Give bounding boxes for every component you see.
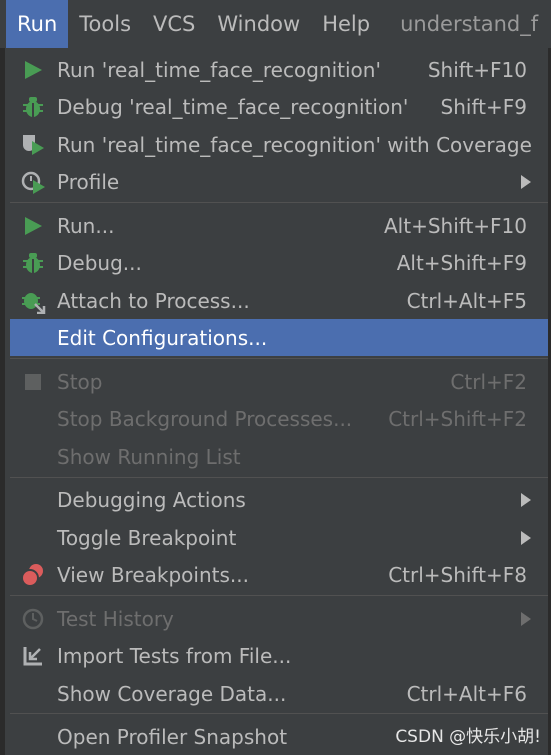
menu-item-shortcut: Ctrl+Shift+F8	[388, 562, 527, 587]
watermark: CSDN @快乐小胡!	[395, 727, 541, 747]
debug-icon	[19, 249, 47, 277]
menu-tools[interactable]: Tools	[68, 0, 142, 48]
menu-vcs[interactable]: VCS	[142, 0, 206, 48]
menu-item-label: Show Running List	[57, 444, 241, 469]
menu-item-edit-configurations[interactable]: Edit Configurations...	[10, 319, 548, 356]
menu-separator	[10, 477, 548, 478]
menu-item-label: View Breakpoints...	[57, 562, 249, 587]
menu-window[interactable]: Window	[206, 0, 311, 48]
menu-item-run-config[interactable]: Run 'real_time_face_recognition' Shift+F…	[10, 51, 548, 88]
menu-item-shortcut: Alt+Shift+F10	[383, 213, 527, 238]
menu-item-label: Profile	[57, 169, 120, 194]
menu-item-profile[interactable]: Profile	[10, 163, 548, 200]
menu-item-label: Run 'real_time_face_recognition'	[57, 57, 381, 82]
menu-item-stop[interactable]: Stop Ctrl+F2	[10, 363, 548, 400]
menu-item-label: Open Profiler Snapshot	[57, 724, 288, 749]
menu-item-label: Test History	[57, 606, 174, 631]
menu-item-label: Run 'real_time_face_recognition' with Co…	[57, 132, 532, 157]
menu-item-label: Debugging Actions	[57, 487, 246, 512]
profile-icon	[19, 168, 47, 196]
coverage-icon	[19, 131, 47, 159]
menu-item-show-coverage-data[interactable]: Show Coverage Data... Ctrl+Alt+F6	[10, 675, 548, 712]
menu-item-shortcut: Shift+F10	[427, 57, 527, 82]
breakpoints-icon	[19, 561, 47, 589]
menu-item-debug-dialog[interactable]: Debug... Alt+Shift+F9	[10, 244, 548, 281]
submenu-arrow-icon	[521, 531, 531, 545]
menu-item-view-breakpoints[interactable]: View Breakpoints... Ctrl+Shift+F8	[10, 556, 548, 593]
run-dropdown-menu: Run 'real_time_face_recognition' Shift+F…	[0, 48, 551, 755]
menu-item-test-history[interactable]: Test History	[10, 600, 548, 637]
menu-item-show-running-list[interactable]: Show Running List	[10, 438, 548, 475]
menu-item-shortcut: Ctrl+Alt+F6	[406, 681, 527, 706]
history-icon	[19, 605, 47, 633]
menu-item-label: Debug...	[57, 250, 142, 275]
stop-icon	[19, 368, 47, 396]
menu-item-run-with-coverage[interactable]: Run 'real_time_face_recognition' with Co…	[10, 126, 548, 163]
menu-item-shortcut: Ctrl+Alt+F5	[406, 288, 527, 313]
attach-process-icon	[19, 287, 47, 315]
menu-item-shortcut: Alt+Shift+F9	[396, 250, 527, 275]
menu-item-run-dialog[interactable]: Run... Alt+Shift+F10	[10, 207, 548, 244]
menu-item-shortcut: Ctrl+Shift+F2	[388, 406, 527, 431]
menu-item-label: Show Coverage Data...	[57, 681, 287, 706]
menu-separator	[10, 595, 548, 596]
menu-item-attach-to-process[interactable]: Attach to Process... Ctrl+Alt+F5	[10, 282, 548, 319]
debug-icon	[19, 93, 47, 121]
menu-item-label: Attach to Process...	[57, 288, 250, 313]
menu-item-label: Edit Configurations...	[57, 325, 268, 350]
menu-item-label: Stop Background Processes...	[57, 406, 353, 431]
run-icon	[19, 212, 47, 240]
run-icon	[19, 56, 47, 84]
menu-item-label: Import Tests from File...	[57, 643, 292, 668]
menu-item-import-tests[interactable]: Import Tests from File...	[10, 637, 548, 674]
menu-separator	[10, 358, 548, 359]
import-icon	[19, 642, 47, 670]
menu-item-debugging-actions[interactable]: Debugging Actions	[10, 481, 548, 518]
window-title: understand_f	[400, 12, 539, 36]
menu-separator	[10, 202, 548, 203]
menu-item-toggle-breakpoint[interactable]: Toggle Breakpoint	[10, 519, 548, 556]
menu-item-shortcut: Ctrl+F2	[450, 369, 527, 394]
menu-separator	[10, 713, 548, 714]
menu-item-label: Run...	[57, 213, 115, 238]
submenu-arrow-icon	[521, 493, 531, 507]
submenu-arrow-icon	[521, 175, 531, 189]
menu-run[interactable]: Run	[6, 0, 69, 48]
menu-item-label: Stop	[57, 369, 103, 394]
menu-item-label: Toggle Breakpoint	[57, 525, 237, 550]
menu-help[interactable]: Help	[311, 0, 381, 48]
menu-item-debug-config[interactable]: Debug 'real_time_face_recognition' Shift…	[10, 88, 548, 125]
menu-item-label: Debug 'real_time_face_recognition'	[57, 94, 409, 119]
menu-bar: Run Tools VCS Window Help understand_f	[0, 0, 551, 48]
submenu-arrow-icon	[521, 612, 531, 626]
menu-item-shortcut: Shift+F9	[440, 94, 527, 119]
menu-item-stop-background-processes[interactable]: Stop Background Processes... Ctrl+Shift+…	[10, 400, 548, 437]
